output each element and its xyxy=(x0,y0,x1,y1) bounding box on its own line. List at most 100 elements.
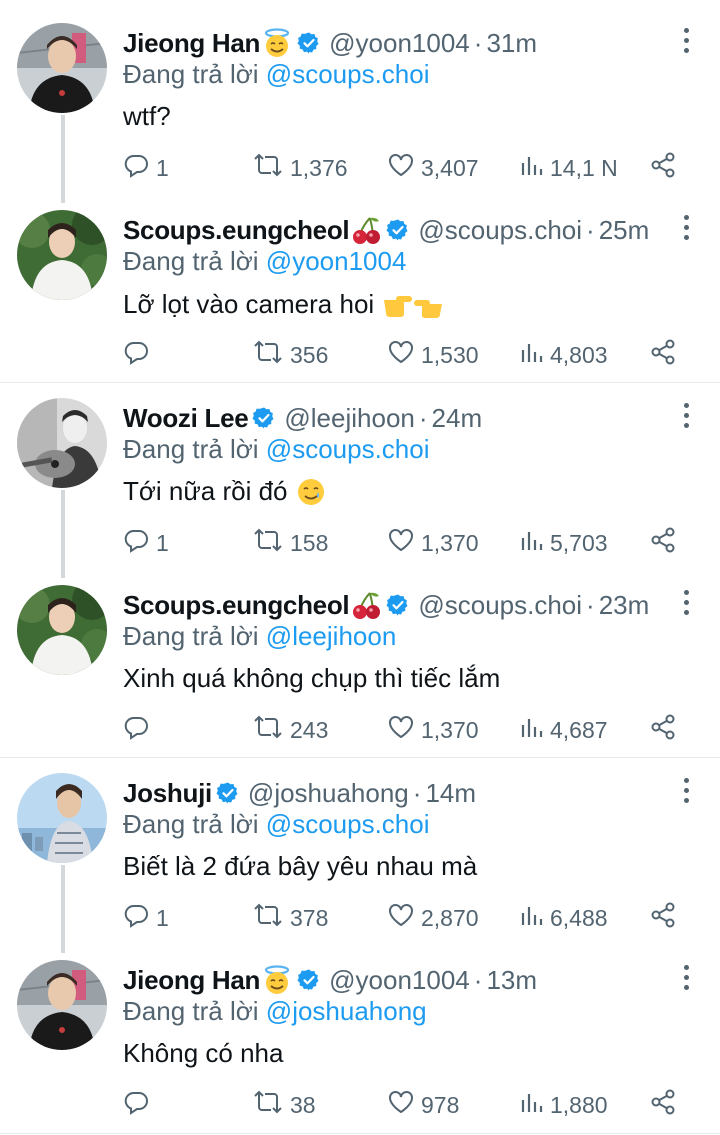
share-button[interactable] xyxy=(650,525,678,561)
tweet-header: Jieong Han @yoon1004 · 31m xyxy=(123,25,670,61)
like-count: 1,370 xyxy=(421,716,479,743)
share-button[interactable] xyxy=(650,150,678,186)
reply-button[interactable]: 1 xyxy=(122,525,169,561)
retweet-button[interactable]: 378 xyxy=(252,900,328,936)
reply-button[interactable] xyxy=(122,712,156,748)
like-button[interactable]: 1,370 xyxy=(387,712,479,748)
display-name[interactable]: Scoups.eungcheol xyxy=(123,215,350,246)
more-options-icon[interactable] xyxy=(680,965,692,995)
tweet[interactable]: Woozi Lee @leejihoon · 24m Đang trả lời … xyxy=(0,375,720,562)
tweet-header: Joshuji @joshuahong · 14m xyxy=(123,775,670,811)
tweet-text-content: Biết là 2 đứa bây yêu nhau mà xyxy=(123,851,478,881)
tweet[interactable]: Jieong Han @yoon1004 · 13m Đang trả lời … xyxy=(0,937,720,1124)
user-handle[interactable]: @leejihoon xyxy=(284,403,414,434)
mention-link[interactable]: @leejihoon xyxy=(266,621,396,651)
share-button[interactable] xyxy=(650,712,678,748)
user-handle[interactable]: @scoups.choi xyxy=(418,215,582,246)
tweet[interactable]: Scoups.eungcheol @scoups.choi · 23m Đang… xyxy=(0,562,720,749)
user-handle[interactable]: @joshuahong xyxy=(248,778,409,809)
avatar[interactable] xyxy=(17,585,107,675)
views-button[interactable]: 4,687 xyxy=(520,712,608,748)
heart-icon xyxy=(387,338,415,372)
avatar[interactable] xyxy=(17,210,107,300)
like-button[interactable]: 1,530 xyxy=(387,337,479,373)
more-options-icon[interactable] xyxy=(680,403,692,433)
user-handle[interactable]: @scoups.choi xyxy=(418,590,582,621)
retweet-button[interactable]: 1,376 xyxy=(252,150,348,186)
verified-badge-icon xyxy=(297,968,321,992)
user-handle[interactable]: @yoon1004 xyxy=(329,965,470,996)
reply-count: 1 xyxy=(156,904,169,931)
avatar[interactable] xyxy=(17,773,107,863)
like-button[interactable]: 3,407 xyxy=(387,150,479,186)
share-button[interactable] xyxy=(650,1087,678,1123)
bar-chart-icon xyxy=(520,713,544,747)
tweet-header: Woozi Lee @leejihoon · 24m xyxy=(123,400,670,436)
like-button[interactable]: 978 xyxy=(387,1087,459,1123)
tweet-text-content: Không có nha xyxy=(123,1038,284,1068)
user-handle[interactable]: @yoon1004 xyxy=(329,28,470,59)
display-name[interactable]: Scoups.eungcheol xyxy=(123,590,350,621)
mention-link[interactable]: @joshuahong xyxy=(266,996,427,1026)
tweet[interactable]: Joshuji @joshuahong · 14m Đang trả lời @… xyxy=(0,750,720,937)
mention-link[interactable]: @scoups.choi xyxy=(266,59,430,89)
reply-count: 1 xyxy=(156,154,169,181)
more-options-icon[interactable] xyxy=(680,215,692,245)
share-button[interactable] xyxy=(650,900,678,936)
tweet-text-content: wtf? xyxy=(123,101,171,131)
heart-icon xyxy=(387,151,415,185)
reply-button[interactable] xyxy=(122,337,156,373)
views-button[interactable]: 14,1 N xyxy=(520,150,618,186)
display-name[interactable]: Woozi Lee xyxy=(123,403,249,434)
more-options-icon[interactable] xyxy=(680,28,692,58)
tweet-text-content: Tới nữa rồi đó xyxy=(123,476,288,506)
tweet-text: Xinh quá không chụp thì tiếc lắm xyxy=(123,663,500,694)
tweet[interactable]: Scoups.eungcheol @scoups.choi · 25m Đang… xyxy=(0,187,720,374)
display-name[interactable]: Joshuji xyxy=(123,778,212,809)
more-options-icon[interactable] xyxy=(680,778,692,808)
avatar[interactable] xyxy=(17,398,107,488)
retweet-button[interactable]: 356 xyxy=(252,337,328,373)
replying-to: Đang trả lời @leejihoon xyxy=(123,621,396,652)
display-name[interactable]: Jieong Han xyxy=(123,965,260,996)
display-name[interactable]: Jieong Han xyxy=(123,28,260,59)
avatar[interactable] xyxy=(17,960,107,1050)
timestamp[interactable]: 23m xyxy=(599,590,650,621)
mention-link[interactable]: @scoups.choi xyxy=(266,809,430,839)
tweet-text: Biết là 2 đứa bây yêu nhau mà xyxy=(123,851,477,882)
retweet-icon xyxy=(252,1088,284,1122)
view-count: 14,1 N xyxy=(550,154,618,181)
retweet-button[interactable]: 38 xyxy=(252,1087,316,1123)
retweet-button[interactable]: 158 xyxy=(252,525,328,561)
tweet-header: Scoups.eungcheol @scoups.choi · 25m xyxy=(123,212,670,248)
timestamp[interactable]: 13m xyxy=(486,965,537,996)
retweet-count: 158 xyxy=(290,529,329,556)
retweet-count: 38 xyxy=(290,1091,316,1118)
reply-button[interactable] xyxy=(122,1087,156,1123)
retweet-button[interactable]: 243 xyxy=(252,712,328,748)
views-button[interactable]: 1,880 xyxy=(520,1087,608,1123)
tweet[interactable]: Jieong Han @yoon1004 · 31m Đang trả lời … xyxy=(0,0,720,187)
heart-icon xyxy=(387,901,415,935)
reply-button[interactable]: 1 xyxy=(122,150,169,186)
timestamp[interactable]: 31m xyxy=(486,28,537,59)
reply-button[interactable]: 1 xyxy=(122,900,169,936)
like-button[interactable]: 1,370 xyxy=(387,525,479,561)
reply-icon xyxy=(122,151,150,185)
more-options-icon[interactable] xyxy=(680,590,692,620)
share-button[interactable] xyxy=(650,337,678,373)
mention-link[interactable]: @yoon1004 xyxy=(266,246,407,276)
timestamp[interactable]: 14m xyxy=(425,778,476,809)
avatar[interactable] xyxy=(17,23,107,113)
mention-link[interactable]: @scoups.choi xyxy=(266,434,430,464)
separator-dot: · xyxy=(586,589,595,620)
views-button[interactable]: 4,803 xyxy=(520,337,608,373)
retweet-icon xyxy=(252,151,284,185)
timestamp[interactable]: 24m xyxy=(432,403,483,434)
views-button[interactable]: 6,488 xyxy=(520,900,608,936)
timestamp[interactable]: 25m xyxy=(599,215,650,246)
verified-badge-icon xyxy=(297,31,321,55)
like-button[interactable]: 2,870 xyxy=(387,900,479,936)
cherries-emoji-icon xyxy=(353,217,381,244)
views-button[interactable]: 5,703 xyxy=(520,525,608,561)
